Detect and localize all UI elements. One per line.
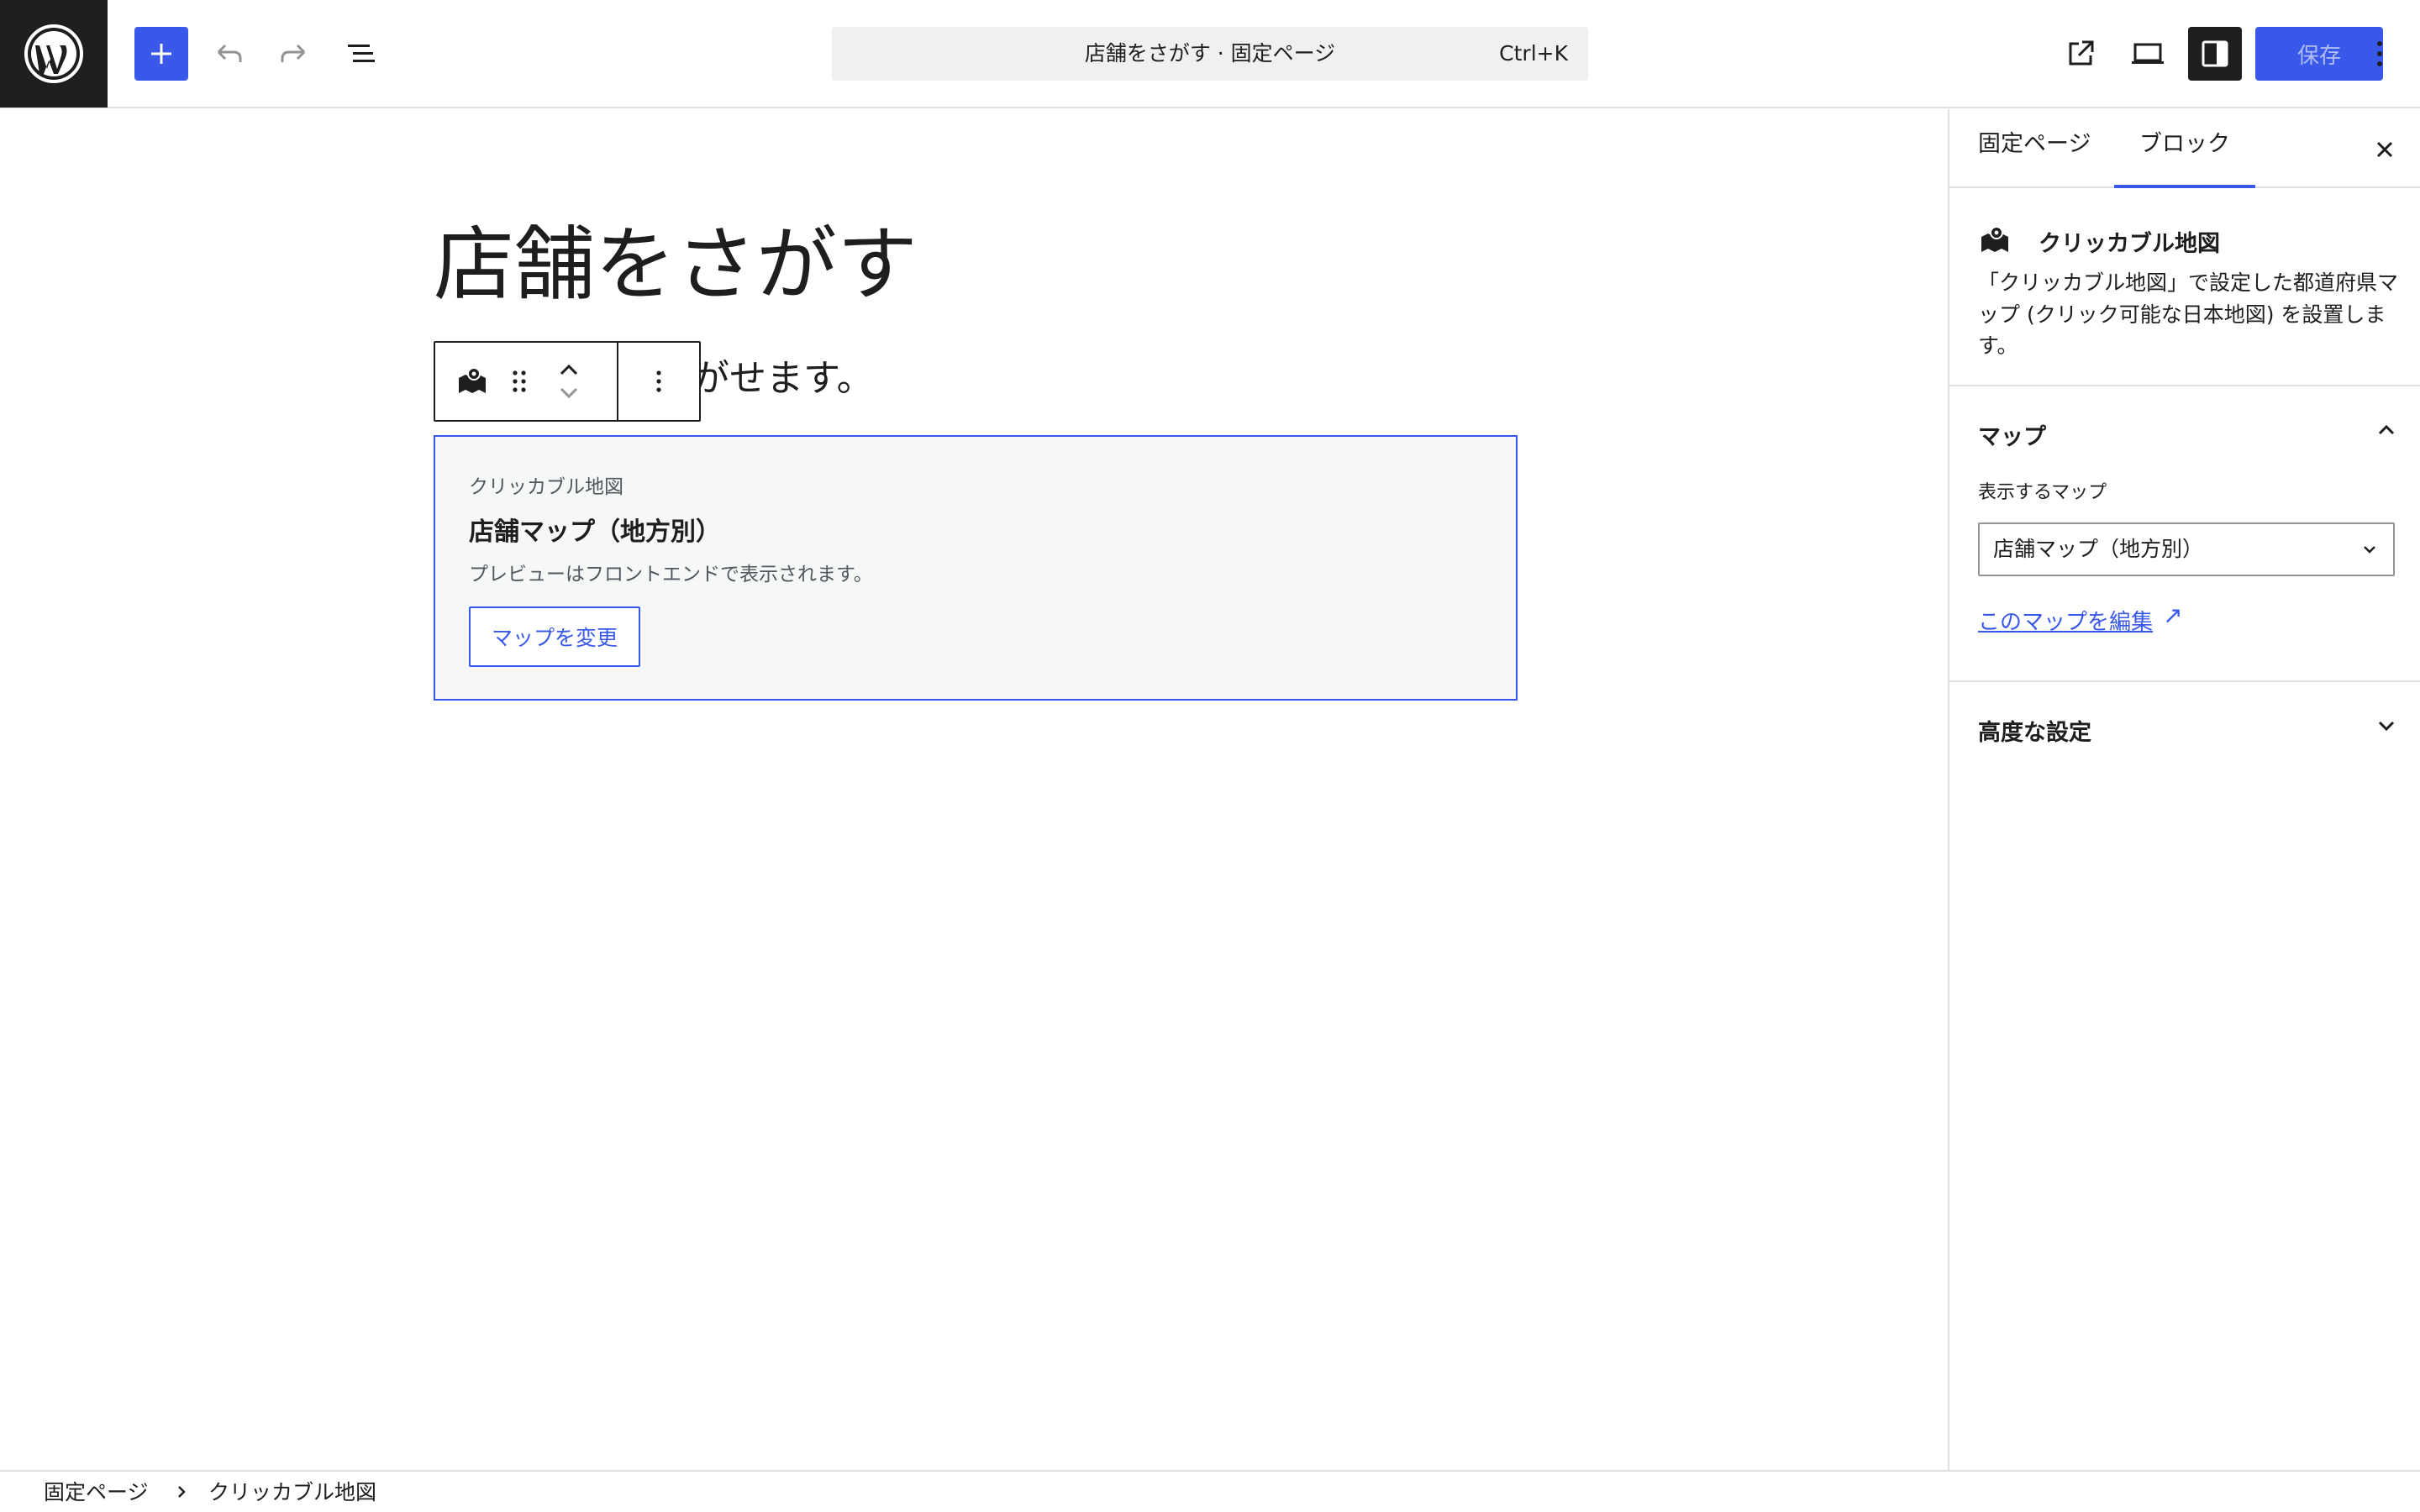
settings-sidebar: 固定ページ ブロック クリッカブル地図 「クリッカブル地図」で設定した都道府県マ… xyxy=(1948,109,2420,1470)
block-toolbar xyxy=(434,341,701,422)
advanced-panel-title[interactable]: 高度な設定 xyxy=(1978,714,2091,747)
block-movers xyxy=(543,343,595,420)
desktop-icon xyxy=(2132,43,2164,64)
chevron-up-icon[interactable] xyxy=(557,362,581,377)
page-title[interactable]: 店舗をさがす xyxy=(434,217,918,313)
block-card-description: 「クリッカブル地図」で設定した都道府県マップ (クリック可能な日本地図) を設置… xyxy=(1978,270,2399,358)
block-options-group xyxy=(618,343,699,420)
block-options-button[interactable] xyxy=(635,343,682,420)
close-icon xyxy=(2376,141,2393,158)
editor-header: 店舗をさがす · 固定ページ Ctrl+K 保存 xyxy=(0,0,2420,108)
settings-sidebar-toggle[interactable] xyxy=(2188,27,2242,81)
map-panel-toggle[interactable] xyxy=(2370,413,2403,447)
block-breadcrumb: 固定ページ クリッカブル地図 xyxy=(0,1470,2420,1512)
map-name: 店舗マップ（地方別） xyxy=(469,517,721,547)
advanced-panel-toggle[interactable] xyxy=(2370,709,2403,743)
wordpress-icon xyxy=(24,24,83,83)
chevron-up-icon xyxy=(2378,424,2395,435)
wordpress-logo-button[interactable] xyxy=(0,0,108,108)
drag-handle-icon xyxy=(513,370,526,392)
block-type-button[interactable] xyxy=(449,343,496,420)
chevron-down-icon[interactable] xyxy=(557,386,581,401)
preview-note: プレビューはフロントエンドで表示されます。 xyxy=(469,564,873,585)
redo-icon xyxy=(281,44,306,62)
sidebar-tabs: 固定ページ ブロック xyxy=(1949,109,2420,188)
command-palette-button[interactable]: 店舗をさがす · 固定ページ Ctrl+K xyxy=(832,27,1588,81)
device-preview-button[interactable] xyxy=(2121,27,2175,81)
map-panel-title[interactable]: マップ xyxy=(1978,418,2046,451)
block-card-title: クリッカブル地図 xyxy=(2039,231,2220,257)
clickable-map-block[interactable]: クリッカブル地図 店舗マップ（地方別） プレビューはフロントエンドで表示されます… xyxy=(434,435,1518,701)
breadcrumb-item-block[interactable]: クリッカブル地図 xyxy=(208,1472,376,1512)
list-view-icon xyxy=(348,45,375,62)
add-block-button[interactable] xyxy=(134,27,188,81)
edit-map-link[interactable]: このマップを編集 xyxy=(1978,605,2153,636)
map-select[interactable]: 店舗マップ（地方別） xyxy=(1978,522,2395,576)
document-title: 店舗をさがす · 固定ページ xyxy=(1084,41,1336,66)
block-card: クリッカブル地図 「クリッカブル地図」で設定した都道府県マップ (クリック可能な… xyxy=(1949,190,2420,386)
tab-block[interactable]: ブロック xyxy=(2114,109,2255,188)
external-arrow-icon: ↗ xyxy=(2163,601,2183,629)
plus-icon xyxy=(151,44,171,64)
undo-icon xyxy=(217,44,242,62)
chevron-down-icon xyxy=(2354,534,2385,564)
external-link-icon xyxy=(2069,40,2094,66)
more-vertical-icon xyxy=(656,370,661,392)
more-vertical-icon xyxy=(2377,41,2382,66)
map-select-label: 表示するマップ xyxy=(1978,482,2107,503)
view-page-button[interactable] xyxy=(2054,27,2107,81)
block-label: クリッカブル地図 xyxy=(469,476,623,498)
undo-button[interactable] xyxy=(202,27,255,81)
tab-page[interactable]: 固定ページ xyxy=(1978,109,2091,188)
keyboard-shortcut: Ctrl+K xyxy=(1499,41,1568,66)
editor-canvas: 店舗をさがす 下の地図からさがせます。 xyxy=(0,109,1948,1470)
map-panel: マップ 表示するマップ 店舗マップ（地方別） このマップを編集 ↗ xyxy=(1949,388,2420,682)
redo-button[interactable] xyxy=(267,27,321,81)
map-marker-icon xyxy=(1978,223,2012,257)
chevron-right-icon xyxy=(171,1482,192,1502)
drag-handle[interactable] xyxy=(496,343,543,420)
sidebar-icon xyxy=(2202,40,2228,67)
change-map-button[interactable]: マップを変更 xyxy=(469,606,640,667)
chevron-down-icon xyxy=(2378,721,2395,732)
advanced-panel: 高度な設定 xyxy=(1949,684,2420,768)
breadcrumb-item-page[interactable]: 固定ページ xyxy=(44,1472,149,1512)
map-marker-icon xyxy=(459,367,486,393)
document-overview-button[interactable] xyxy=(334,27,388,81)
block-toolbar-group xyxy=(435,343,618,420)
options-button[interactable] xyxy=(2353,27,2407,81)
map-select-value: 店舗マップ（地方別） xyxy=(1993,537,2204,561)
close-sidebar-button[interactable] xyxy=(2365,129,2405,170)
